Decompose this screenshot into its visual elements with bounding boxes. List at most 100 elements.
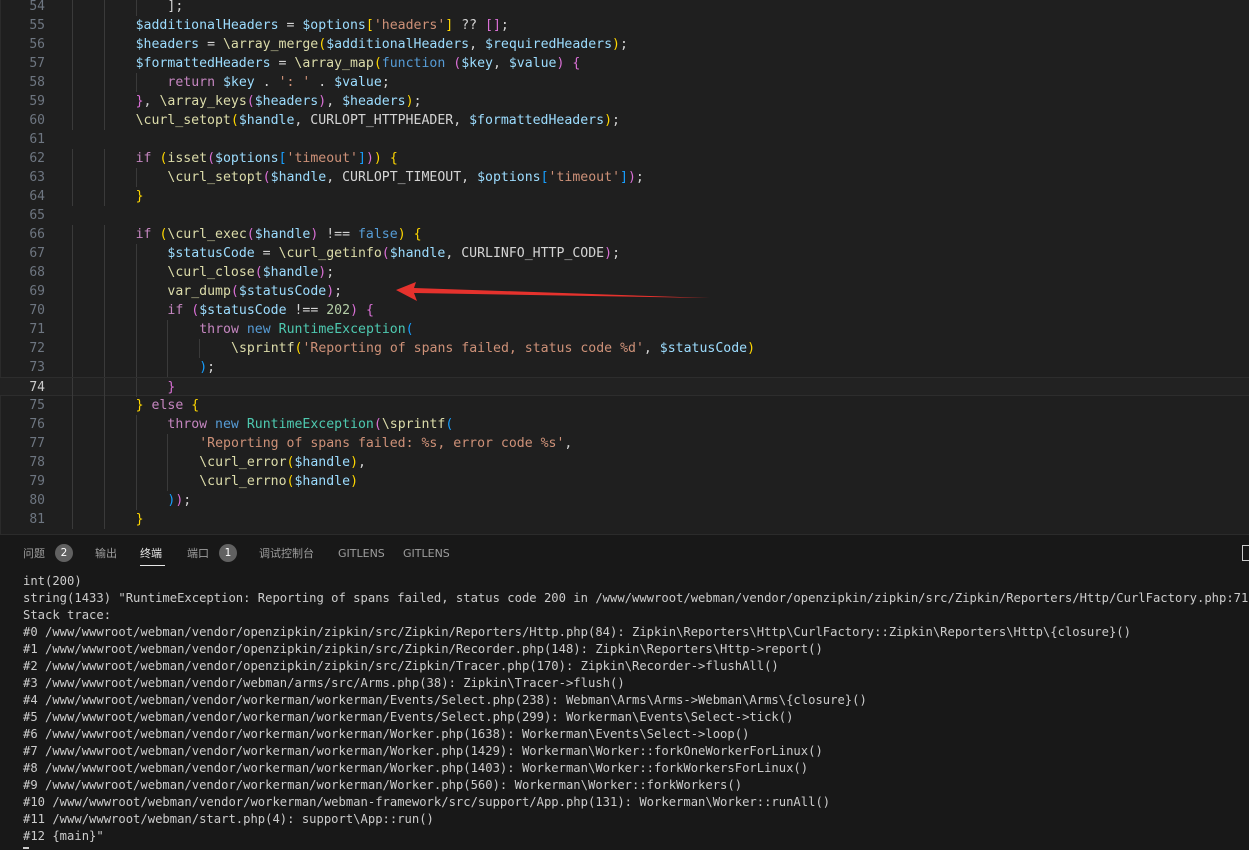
code-token: ) [747, 341, 756, 356]
code-token: $formattedHeaders [469, 113, 605, 128]
code-token: $additionalHeaders [326, 37, 470, 52]
code-token: $additionalHeaders [135, 18, 279, 33]
code-line[interactable]: 63 \curl_setopt($handle, CURLOPT_TIMEOUT,… [0, 168, 1249, 187]
code-text: } else { [136, 396, 200, 415]
code-token: ; [326, 265, 335, 280]
terminal-line: #2 /www/wwwroot/webman/vendor/openzipkin… [23, 659, 779, 673]
code-line[interactable]: 72 \sprintf('Reporting of spans failed, s… [0, 339, 1249, 358]
indent-guide [72, 35, 73, 54]
code-editor[interactable]: 54]; 55 $additionalHeaders = $options['hea… [0, 0, 1249, 534]
code-line[interactable]: 58 return $key . ': ' . $value; [0, 73, 1249, 92]
indent-guide [103, 491, 105, 510]
code-line[interactable]: 81} [0, 510, 1249, 529]
code-token: ( [246, 227, 255, 242]
panel-tab[interactable]: 问题 [23, 545, 45, 563]
indent-guide [103, 378, 105, 397]
indent-guide [135, 358, 137, 377]
code-token: $value [508, 56, 557, 71]
code-token: { [389, 151, 398, 166]
indent-guide [72, 358, 73, 377]
panel-tab[interactable]: GITLENS [403, 545, 450, 563]
code-line[interactable]: 65 [0, 206, 1249, 225]
code-text: \curl_error($handle), [199, 453, 366, 472]
code-token: ( [254, 265, 263, 280]
indent-guide [135, 244, 137, 263]
panel-maximize-icon[interactable] [1242, 545, 1249, 561]
indent-guide [72, 187, 73, 206]
code-line[interactable]: 66 if (\curl_exec($handle) !== false) { [0, 225, 1249, 244]
code-token: , [564, 436, 573, 451]
code-text: }, \array_keys($headers), $headers); [136, 92, 422, 111]
panel-tab[interactable]: 端口 [187, 545, 209, 563]
code-token: ] [620, 170, 628, 185]
code-line[interactable]: 54]; [0, 0, 1249, 16]
line-number: 57 [29, 56, 45, 71]
panel-tab-badge: 1 [219, 544, 237, 562]
indent-guide [135, 378, 137, 397]
code-token: { [413, 227, 422, 242]
panel-tab[interactable]: 终端 [140, 545, 162, 563]
indent-guide [72, 244, 73, 263]
code-line[interactable]: 74} [0, 377, 1249, 397]
code-line[interactable]: 60 \curl_setopt($handle, CURLOPT_HTTPHEAD… [0, 111, 1249, 130]
indent-guide [167, 453, 169, 472]
terminal-output[interactable]: int(200) string(1433) "RuntimeException: … [23, 573, 1248, 849]
code-token: , CURLINFO_HTTP_CODE [445, 246, 605, 261]
code-token: = [270, 56, 295, 71]
line-number: 73 [29, 360, 45, 375]
code-text: \sprintf('Reporting of spans failed, sta… [231, 339, 755, 358]
code-line[interactable]: 57 $formattedHeaders = \array_map(functio… [0, 54, 1249, 73]
code-line[interactable]: 62 if (isset($options['timeout'])) { [0, 149, 1249, 168]
code-token: ( [207, 151, 216, 166]
code-line[interactable]: 71 throw new RuntimeException( [0, 320, 1249, 339]
code-text: if ($statusCode !== 202) { [167, 301, 374, 320]
code-line[interactable]: 77 'Reporting of spans failed: %s, error … [0, 434, 1249, 453]
code-line[interactable]: 55 $additionalHeaders = $options['headers… [0, 16, 1249, 35]
code-token: ; [612, 113, 620, 128]
indent-guide [72, 453, 73, 472]
code-token: !== [318, 227, 358, 242]
indent-guide [103, 510, 105, 529]
code-token: ?? [453, 18, 486, 33]
indent-guide [167, 358, 169, 377]
code-line[interactable]: 73); [0, 358, 1249, 377]
indent-guide [103, 35, 105, 54]
code-token: 'Reporting of spans failed, status code … [302, 341, 644, 356]
code-text: throw new RuntimeException( [199, 320, 413, 339]
code-line[interactable]: 75} else { [0, 396, 1249, 415]
code-line[interactable]: 76 throw new RuntimeException(\sprintf( [0, 415, 1249, 434]
code-token: \sprintf [231, 341, 295, 356]
indent-guide [135, 453, 137, 472]
code-token: if [135, 151, 152, 166]
indent-guide [167, 434, 169, 453]
terminal-line: Stack trace: [23, 608, 112, 622]
code-line[interactable]: 64} [0, 187, 1249, 206]
code-token: ] [358, 151, 366, 166]
code-token: ( [262, 170, 271, 185]
code-token: [ [365, 18, 374, 33]
indent-guide [103, 54, 105, 73]
indent-guide [72, 73, 73, 92]
indent-guide [135, 339, 137, 358]
line-number: 64 [29, 189, 45, 204]
code-token: [] [485, 18, 501, 33]
indent-guide [167, 320, 169, 339]
code-line[interactable]: 67 $statusCode = \curl_getinfo($handle, C… [0, 244, 1249, 263]
panel-tab[interactable]: 输出 [95, 545, 117, 563]
code-line[interactable]: 80)); [0, 491, 1249, 510]
line-number: 72 [29, 341, 45, 356]
code-token: $formattedHeaders [135, 56, 271, 71]
terminal-line: #1 /www/wwwroot/webman/vendor/openzipkin… [23, 642, 823, 656]
panel-tab[interactable]: GITLENS [338, 545, 385, 563]
code-line[interactable]: 59}, \array_keys($headers), $headers); [0, 92, 1249, 111]
code-line[interactable]: 78 \curl_error($handle), [0, 453, 1249, 472]
code-token: , [358, 455, 366, 470]
code-line[interactable]: 61 [0, 130, 1249, 149]
panel-tab[interactable]: 调试控制台 [259, 545, 314, 563]
code-line[interactable]: 79 \curl_errno($handle) [0, 472, 1249, 491]
code-token: $handle [294, 455, 351, 470]
code-text: ); [199, 358, 215, 377]
code-token: \curl_exec [167, 227, 247, 242]
code-line[interactable]: 56 $headers = \array_merge($additionalHea… [0, 35, 1249, 54]
